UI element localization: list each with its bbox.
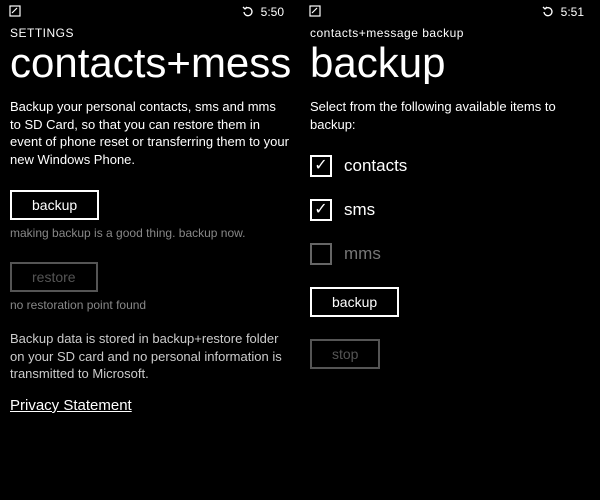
storage-note: Backup data is stored in backup+restore … [10, 330, 290, 383]
page-title: backup [310, 42, 590, 84]
restore-button: restore [10, 262, 98, 292]
checkbox-row-contacts[interactable]: ✓ contacts [310, 155, 590, 177]
notification-icon [8, 4, 22, 18]
backup-button[interactable]: backup [310, 287, 399, 317]
page-title: contacts+message backup [10, 42, 290, 84]
checkbox-label: mms [344, 244, 381, 264]
status-bar: 5:50 [10, 0, 290, 24]
privacy-statement-link[interactable]: Privacy Statement [10, 397, 132, 414]
checkmark-icon: ✓ [314, 158, 327, 174]
intro-text: Select from the following available item… [310, 98, 590, 133]
checkbox-row-mms: mms [310, 243, 590, 265]
settings-main-pane: 5:50 SETTINGS contacts+message backup Ba… [0, 0, 300, 500]
status-bar: 5:51 [310, 0, 590, 24]
checkbox [310, 243, 332, 265]
page-category: contacts+message backup [310, 26, 590, 40]
checkbox-label: sms [344, 200, 375, 220]
status-time: 5:51 [561, 5, 584, 19]
stop-button: stop [310, 339, 380, 369]
checkbox[interactable]: ✓ [310, 155, 332, 177]
restore-hint: no restoration point found [10, 298, 290, 312]
rotation-lock-icon [541, 5, 555, 19]
intro-text: Backup your personal contacts, sms and m… [10, 98, 290, 168]
checkmark-icon: ✓ [314, 202, 327, 218]
backup-select-pane: 5:51 contacts+message backup backup Sele… [300, 0, 600, 500]
backup-hint: making backup is a good thing. backup no… [10, 226, 290, 240]
backup-button[interactable]: backup [10, 190, 99, 220]
rotation-lock-icon [241, 5, 255, 19]
notification-icon [308, 4, 322, 18]
checkbox[interactable]: ✓ [310, 199, 332, 221]
page-category: SETTINGS [10, 26, 290, 40]
checkbox-row-sms[interactable]: ✓ sms [310, 199, 590, 221]
checkbox-label: contacts [344, 156, 407, 176]
status-time: 5:50 [261, 5, 284, 19]
